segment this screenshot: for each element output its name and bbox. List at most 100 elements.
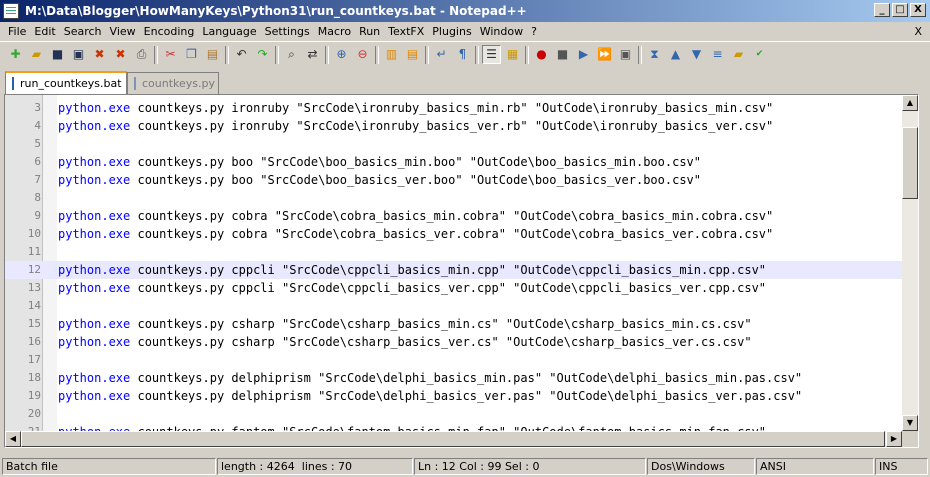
code-line[interactable]: 11 <box>5 243 903 261</box>
code-line[interactable]: 6 python.exe countkeys.py boo "SrcCode\bo… <box>5 153 903 171</box>
close-window-button[interactable]: X <box>910 3 926 17</box>
code-line[interactable]: 17 <box>5 351 903 369</box>
menu-help[interactable]: ? <box>527 22 541 41</box>
line-code[interactable]: python.exe countkeys.py ironruby "SrcCod… <box>58 99 773 117</box>
maximize-button[interactable]: □ <box>892 3 908 17</box>
scroll-left-arrow-icon[interactable]: ◀ <box>5 431 21 447</box>
replace-icon[interactable]: ⇄ <box>303 45 322 64</box>
line-code[interactable]: python.exe countkeys.py ironruby "SrcCod… <box>58 117 773 135</box>
save-macro-icon[interactable]: ▣ <box>616 45 635 64</box>
copy-icon[interactable]: ❐ <box>182 45 201 64</box>
stop-macro-icon[interactable]: ■ <box>553 45 572 64</box>
sync-horizontal-icon[interactable]: ▤ <box>403 45 422 64</box>
print-icon[interactable]: ⎙ <box>132 45 151 64</box>
paste-icon[interactable]: ▤ <box>203 45 222 64</box>
menu-settings[interactable]: Settings <box>261 22 314 41</box>
menu-run[interactable]: Run <box>355 22 384 41</box>
menu-edit[interactable]: Edit <box>30 22 59 41</box>
close-all-icon[interactable]: ✖ <box>111 45 130 64</box>
line-number: 18 <box>27 371 41 384</box>
spellcheck-icon[interactable]: ✔ <box>750 45 769 64</box>
line-code[interactable]: python.exe countkeys.py cobra "SrcCode\c… <box>58 207 773 225</box>
menu-textfx[interactable]: TextFX <box>384 22 428 41</box>
sync-vertical-icon[interactable]: ▥ <box>382 45 401 64</box>
word-wrap-icon[interactable]: ↵ <box>432 45 451 64</box>
code-line[interactable]: 14 <box>5 297 903 315</box>
command-arguments: countkeys.py cobra "SrcCode\cobra_basics… <box>130 227 774 241</box>
code-line[interactable]: 12 python.exe countkeys.py cppcli "SrcCod… <box>5 261 903 279</box>
line-code[interactable]: python.exe countkeys.py boo "SrcCode\boo… <box>58 171 701 189</box>
editor-pane[interactable]: 3 python.exe countkeys.py ironruby "SrcCo… <box>4 94 919 448</box>
menu-window[interactable]: Window <box>476 22 527 41</box>
code-lines[interactable]: 3 python.exe countkeys.py ironruby "SrcCo… <box>5 99 903 441</box>
code-line[interactable]: 13 python.exe countkeys.py cppcli "SrcCod… <box>5 279 903 297</box>
down-icon[interactable]: ▼ <box>687 45 706 64</box>
code-line[interactable]: 18 python.exe countkeys.py delphiprism "S… <box>5 369 903 387</box>
scroll-up-arrow-icon[interactable]: ▲ <box>902 95 918 111</box>
line-code[interactable]: python.exe countkeys.py csharp "SrcCode\… <box>58 315 752 333</box>
save-icon[interactable]: ■ <box>48 45 67 64</box>
menu-language[interactable]: Language <box>198 22 260 41</box>
horizontal-scrollbar[interactable]: ◀ ▶ <box>5 431 902 447</box>
menu-plugins[interactable]: Plugins <box>428 22 475 41</box>
code-line[interactable]: 9 python.exe countkeys.py cobra "SrcCode\… <box>5 207 903 225</box>
indent-guide-icon[interactable]: ☰ <box>482 45 501 64</box>
find-icon[interactable]: ⌕ <box>282 45 301 64</box>
line-number: 6 <box>34 155 41 168</box>
clipboard-icon[interactable]: ▰ <box>729 45 748 64</box>
show-all-chars-icon[interactable]: ¶ <box>453 45 472 64</box>
record-macro-icon[interactable]: ● <box>532 45 551 64</box>
menu-encoding[interactable]: Encoding <box>140 22 199 41</box>
tab-countkeys-py[interactable]: countkeys.py <box>127 72 219 94</box>
title-bar[interactable]: M:\Data\Blogger\HowManyKeys\Python31\run… <box>0 0 930 22</box>
line-code[interactable]: python.exe countkeys.py delphiprism "Src… <box>58 369 802 387</box>
new-file-icon[interactable]: ✚ <box>6 45 25 64</box>
code-line[interactable]: 16 python.exe countkeys.py csharp "SrcCod… <box>5 333 903 351</box>
line-code[interactable]: python.exe countkeys.py csharp "SrcCode\… <box>58 333 752 351</box>
open-file-icon[interactable]: ▰ <box>27 45 46 64</box>
play-macro-icon[interactable]: ▶ <box>574 45 593 64</box>
close-document-button[interactable]: X <box>914 22 922 41</box>
mark-icon[interactable]: ≡ <box>708 45 727 64</box>
textfx-icon[interactable]: ⧗ <box>645 45 664 64</box>
scroll-right-arrow-icon[interactable]: ▶ <box>886 431 902 447</box>
line-code[interactable]: python.exe countkeys.py boo "SrcCode\boo… <box>58 153 701 171</box>
vertical-scroll-thumb[interactable] <box>902 127 918 199</box>
fold-icon[interactable]: ▦ <box>503 45 522 64</box>
menu-macro[interactable]: Macro <box>314 22 355 41</box>
horizontal-scroll-thumb[interactable] <box>21 431 885 447</box>
code-line[interactable]: 8 <box>5 189 903 207</box>
code-line[interactable]: 20 <box>5 405 903 423</box>
line-code[interactable]: python.exe countkeys.py delphiprism "Src… <box>58 387 802 405</box>
scroll-down-arrow-icon[interactable]: ▼ <box>902 415 918 431</box>
code-line[interactable]: 10 python.exe countkeys.py cobra "SrcCode… <box>5 225 903 243</box>
notepad-app-icon[interactable] <box>3 3 19 19</box>
redo-icon[interactable]: ↷ <box>253 45 272 64</box>
code-line[interactable]: 3 python.exe countkeys.py ironruby "SrcCo… <box>5 99 903 117</box>
menu-view[interactable]: View <box>106 22 140 41</box>
menu-search[interactable]: Search <box>60 22 106 41</box>
minimize-button[interactable]: _ <box>874 3 890 17</box>
save-all-icon[interactable]: ▣ <box>69 45 88 64</box>
toolbar-separator <box>474 45 480 64</box>
menu-file[interactable]: File <box>4 22 30 41</box>
tab-run-countkeys-bat[interactable]: run_countkeys.bat <box>5 71 127 94</box>
code-line[interactable]: 15 python.exe countkeys.py csharp "SrcCod… <box>5 315 903 333</box>
code-line[interactable]: 7 python.exe countkeys.py boo "SrcCode\bo… <box>5 171 903 189</box>
command-keyword: python.exe <box>58 371 131 385</box>
code-line[interactable]: 5 <box>5 135 903 153</box>
zoom-in-icon[interactable]: ⊕ <box>332 45 351 64</box>
undo-icon[interactable]: ↶ <box>232 45 251 64</box>
command-arguments: countkeys.py delphiprism "SrcCode\delphi… <box>130 371 803 385</box>
close-icon[interactable]: ✖ <box>90 45 109 64</box>
cut-icon[interactable]: ✂ <box>161 45 180 64</box>
run-macro-multiple-icon[interactable]: ⏩ <box>595 45 614 64</box>
vertical-scrollbar[interactable]: ▲ ▼ <box>902 95 918 431</box>
line-code[interactable]: python.exe countkeys.py cppcli "SrcCode\… <box>58 279 766 297</box>
line-code[interactable]: python.exe countkeys.py cppcli "SrcCode\… <box>58 261 766 279</box>
up-icon[interactable]: ▲ <box>666 45 685 64</box>
code-line[interactable]: 4 python.exe countkeys.py ironruby "SrcCo… <box>5 117 903 135</box>
line-code[interactable]: python.exe countkeys.py cobra "SrcCode\c… <box>58 225 773 243</box>
zoom-out-icon[interactable]: ⊖ <box>353 45 372 64</box>
code-line[interactable]: 19 python.exe countkeys.py delphiprism "S… <box>5 387 903 405</box>
